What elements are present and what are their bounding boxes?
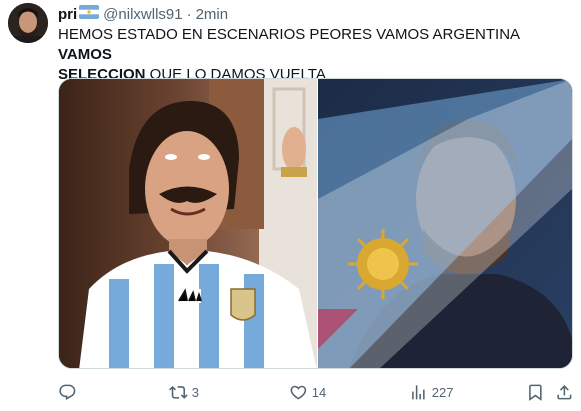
like-count: 14 bbox=[311, 384, 327, 400]
avatar[interactable] bbox=[8, 3, 48, 43]
timestamp[interactable]: 2min bbox=[196, 6, 229, 23]
tweet-header: pri @nilxwlls91 · 2min bbox=[58, 4, 228, 24]
tweet-text-part1: HEMOS ESTADO EN ESCENARIOS PEORES VAMOS … bbox=[58, 26, 520, 43]
retweet-count: 3 bbox=[191, 384, 199, 400]
views-count: 227 bbox=[431, 384, 454, 400]
share-icon bbox=[557, 384, 572, 400]
retweet-button[interactable]: 3 bbox=[169, 380, 199, 404]
tweet-text-bold1: VAMOS bbox=[58, 46, 112, 63]
tweet-media[interactable] bbox=[58, 78, 573, 369]
heart-icon bbox=[290, 385, 307, 400]
separator-dot: · bbox=[186, 5, 192, 23]
share-button[interactable] bbox=[555, 380, 574, 404]
display-name[interactable]: pri bbox=[58, 6, 77, 23]
bookmark-icon bbox=[529, 384, 542, 401]
reply-icon bbox=[59, 384, 76, 400]
like-button[interactable]: 14 bbox=[289, 380, 326, 404]
tweet-actions: 3 14 227 bbox=[58, 380, 573, 404]
bookmark-button[interactable] bbox=[526, 380, 545, 404]
media-image-right[interactable] bbox=[318, 79, 572, 368]
argentina-flag-icon bbox=[79, 5, 100, 23]
reply-button[interactable] bbox=[58, 380, 81, 404]
views-icon bbox=[412, 384, 425, 400]
retweet-icon bbox=[169, 385, 188, 399]
user-handle[interactable]: @nilxwlls91 bbox=[103, 6, 182, 23]
views-button[interactable]: 227 bbox=[409, 380, 453, 404]
media-image-left[interactable] bbox=[59, 79, 317, 368]
tweet-text: HEMOS ESTADO EN ESCENARIOS PEORES VAMOS … bbox=[58, 25, 563, 85]
avatar-image bbox=[8, 3, 48, 43]
